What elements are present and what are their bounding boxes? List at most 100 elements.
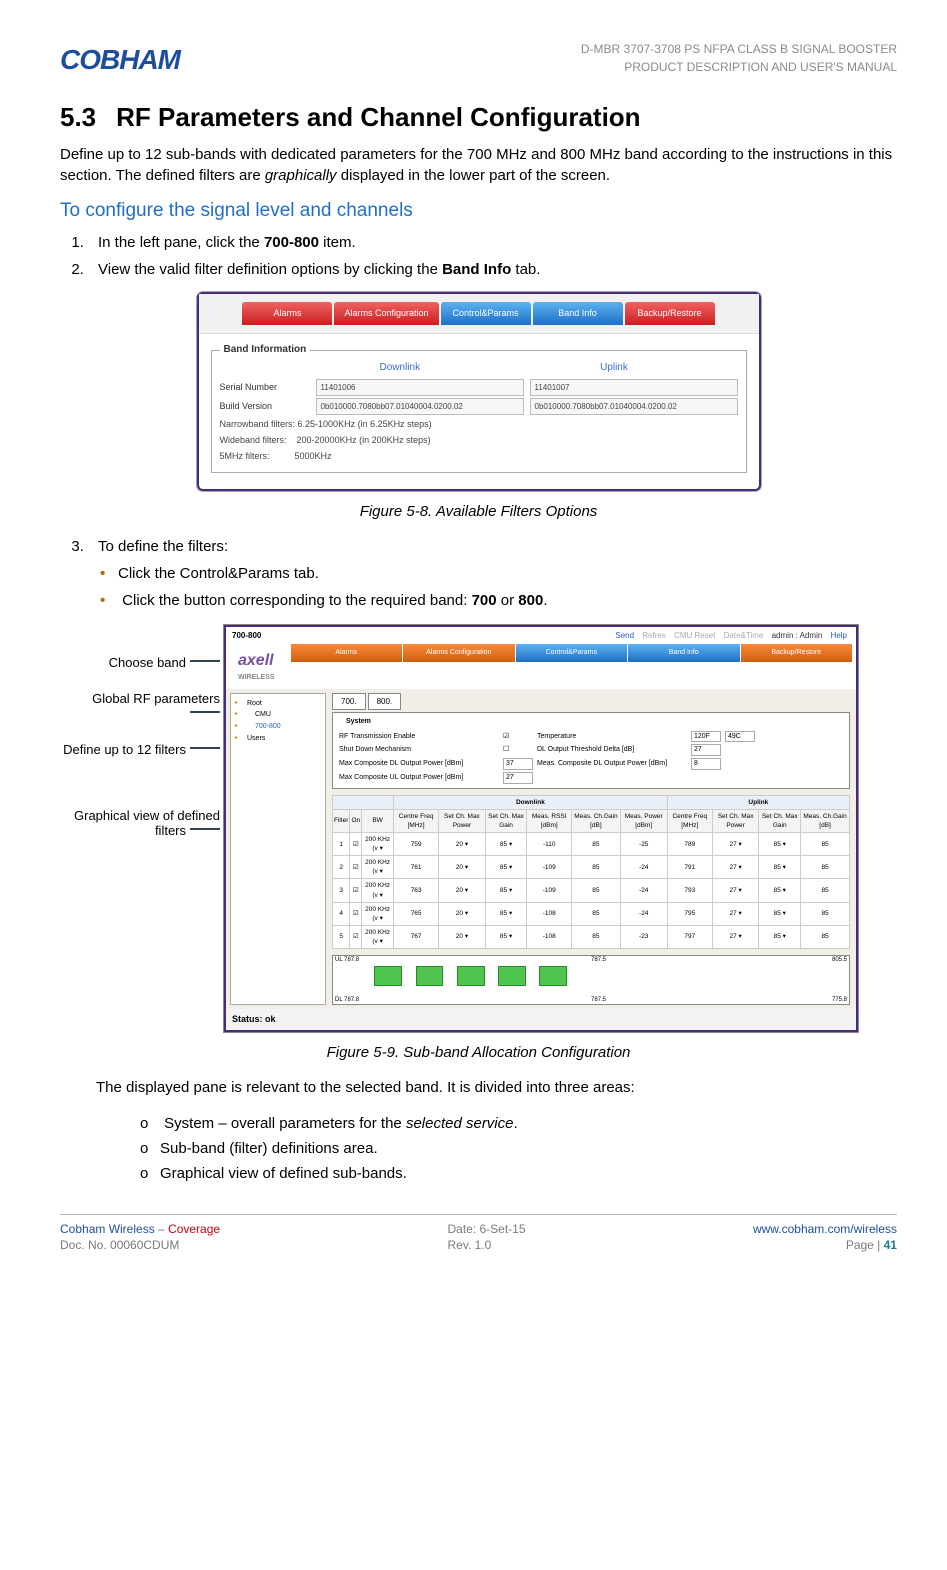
chk-shutdown[interactable]: ☐ <box>503 745 533 755</box>
system-grid: RF Transmission Enable☑ Temperature 120F… <box>339 731 843 784</box>
band-tab-800[interactable]: 800. <box>368 693 402 710</box>
band-tab-700[interactable]: 700. <box>332 693 366 710</box>
tab2-control-params[interactable]: Control&Params <box>516 644 627 662</box>
ul-left: UL 787.8 <box>335 956 359 964</box>
cobham-logo: COBHAM <box>60 40 180 79</box>
filter-note-1: Narrowband filters: 6.25-1000KHz (in 6.2… <box>220 419 738 431</box>
footer-url: www.cobham.com/wireless <box>753 1221 897 1238</box>
menu-links: Send Refres CMU Reset Date&Time admin : … <box>612 630 850 641</box>
ul-graph: UL 787.8 787.5 805.5 DL 787.8 787.5 775.… <box>332 955 850 1005</box>
section-title-text: RF Parameters and Channel Configuration <box>116 102 640 132</box>
uplink-header: Uplink <box>600 361 628 375</box>
graph-bar <box>416 966 444 986</box>
menu-help[interactable]: Help <box>831 631 847 640</box>
o1-a: System – overall parameters for the <box>164 1115 406 1132</box>
val-dl-threshold[interactable]: 27 <box>691 744 721 756</box>
tree-root[interactable]: Root <box>233 698 323 710</box>
tree-cmu[interactable]: CMU <box>233 709 323 721</box>
sub-o-2: Sub-band (filter) definitions area. <box>140 1138 897 1159</box>
window-menubar: 700-800 Send Refres CMU Reset Date&Time … <box>226 627 856 644</box>
th-filter: Filter <box>333 809 350 832</box>
tab-backup-restore[interactable]: Backup/Restore <box>625 302 715 325</box>
intro-paragraph: Define up to 12 sub-bands with dedicated… <box>60 144 897 186</box>
tab-band-info[interactable]: Band Info <box>533 302 623 325</box>
callout-define-filters: Define up to 12 filters <box>60 742 220 758</box>
o1-c: . <box>514 1115 518 1132</box>
th-smg: Set Ch. Max Gain <box>485 809 527 832</box>
after-fig2-text: The displayed pane is relevant to the se… <box>96 1077 897 1098</box>
band-tabs: 700. 800. <box>332 693 850 710</box>
menu-admin: admin : Admin <box>772 631 823 640</box>
th-smp: Set Ch. Max Power <box>439 809 485 832</box>
section-heading: 5.3RF Parameters and Channel Configurati… <box>60 99 897 135</box>
band-information-fieldset: Band Information Downlink Uplink Serial … <box>211 350 747 473</box>
th-on: On <box>350 809 362 832</box>
lbl-max-ul: Max Composite UL Output Power [dBm] <box>339 773 499 783</box>
tab-alarms-config[interactable]: Alarms Configuration <box>334 302 438 325</box>
th-cf: Centre Freq [MHz] <box>394 809 439 832</box>
b2-800: 800 <box>518 592 543 609</box>
b2-700: 700 <box>472 592 497 609</box>
step2-a: View the valid filter definition options… <box>98 261 442 278</box>
lbl-dl-threshold: DL Output Threshold Delta [dB] <box>537 745 687 755</box>
tab2-alarms-cfg[interactable]: Alarms Configuration <box>403 644 514 662</box>
header-subtitle: D-MBR 3707-3708 PS NFPA CLASS B SIGNAL B… <box>581 40 897 76</box>
menu-datetime[interactable]: Date&Time <box>724 631 764 640</box>
steps-list: In the left pane, click the 700-800 item… <box>60 232 897 280</box>
system-fieldset: System RF Transmission Enable☑ Temperatu… <box>332 712 850 789</box>
fieldset-legend: Band Information <box>220 343 311 357</box>
intro-part2: displayed in the lower part of the scree… <box>337 167 611 184</box>
filter-note-3: 5MHz filters: 5000KHz <box>220 451 738 463</box>
callout-3-text: Define up to 12 filters <box>63 742 186 757</box>
tree-users[interactable]: Users <box>233 733 323 745</box>
menu-refres[interactable]: Refres <box>642 631 666 640</box>
tab2-backup[interactable]: Backup/Restore <box>741 644 852 662</box>
figure-1-caption: Figure 5-8. Available Filters Options <box>60 501 897 522</box>
th-mcg: Meas. Ch.Gain [dB] <box>572 809 621 832</box>
header-line2: PRODUCT DESCRIPTION AND USER'S MANUAL <box>581 58 897 76</box>
tree-700-800[interactable]: 700-800 <box>233 721 323 733</box>
footer-dash: – <box>155 1222 168 1236</box>
callout-2-text: Global RF parameters <box>92 691 220 706</box>
b2-d: . <box>543 592 547 609</box>
menu-send[interactable]: Send <box>615 631 634 640</box>
th-cf2: Centre Freq [MHz] <box>667 809 712 832</box>
lbl-meas-dl: Meas. Composite DL Output Power [dBm] <box>537 759 687 769</box>
serial-label: Serial Number <box>220 381 310 394</box>
th-bw: BW <box>362 809 394 832</box>
th-mpw: Meas. Power [dBm] <box>620 809 667 832</box>
sub-o-3: Graphical view of defined sub-bands. <box>140 1163 897 1184</box>
callout-line-icon <box>190 828 220 835</box>
figure-2-caption: Figure 5-9. Sub-band Allocation Configur… <box>60 1042 897 1063</box>
tab-control-params[interactable]: Control&Params <box>441 302 531 325</box>
footer-left-col: Cobham Wireless – Coverage Doc. No. 0006… <box>60 1221 220 1255</box>
serial-row: Serial Number 11401006 11401007 <box>220 379 738 396</box>
footer-brand-line: Cobham Wireless – Coverage <box>60 1221 220 1238</box>
intro-italic: graphically <box>265 167 337 184</box>
step3-bullets: Click the Control&Params tab. Click the … <box>60 563 897 611</box>
step-2: View the valid filter definition options… <box>88 259 897 280</box>
panel-body: Band Information Downlink Uplink Serial … <box>199 334 759 489</box>
footer-rev: Rev. 1.0 <box>447 1237 525 1254</box>
tab2-alarms[interactable]: Alarms <box>291 644 402 662</box>
b2-or: or <box>497 592 519 609</box>
callout-line-icon <box>190 660 220 667</box>
content-column: 700. 800. System RF Transmission Enable☑… <box>330 689 856 1009</box>
build-ul-value: 0b010000.7080bb07.01040004.0200.02 <box>530 398 738 415</box>
o1-italic: selected service <box>406 1115 514 1132</box>
step2-bold: Band Info <box>442 261 511 278</box>
step1-c: item. <box>319 234 356 251</box>
val-max-dl[interactable]: 37 <box>503 758 533 770</box>
menu-cmu-reset[interactable]: CMU Reset <box>674 631 715 640</box>
graph-bar <box>498 966 526 986</box>
val-max-ul[interactable]: 27 <box>503 772 533 784</box>
callout-1-text: Choose band <box>109 655 186 670</box>
footer-coverage: Coverage <box>168 1222 220 1236</box>
tab-alarms[interactable]: Alarms <box>242 302 332 325</box>
val-temp-c: 49C <box>725 731 755 743</box>
chk-rf-enable[interactable]: ☑ <box>503 732 533 742</box>
th-mcg2: Meas. Ch.Gain [dB] <box>801 809 850 832</box>
tab2-band-info[interactable]: Band Info <box>628 644 739 662</box>
th-smg2: Set Ch. Max Gain <box>759 809 801 832</box>
step-1: In the left pane, click the 700-800 item… <box>88 232 897 253</box>
